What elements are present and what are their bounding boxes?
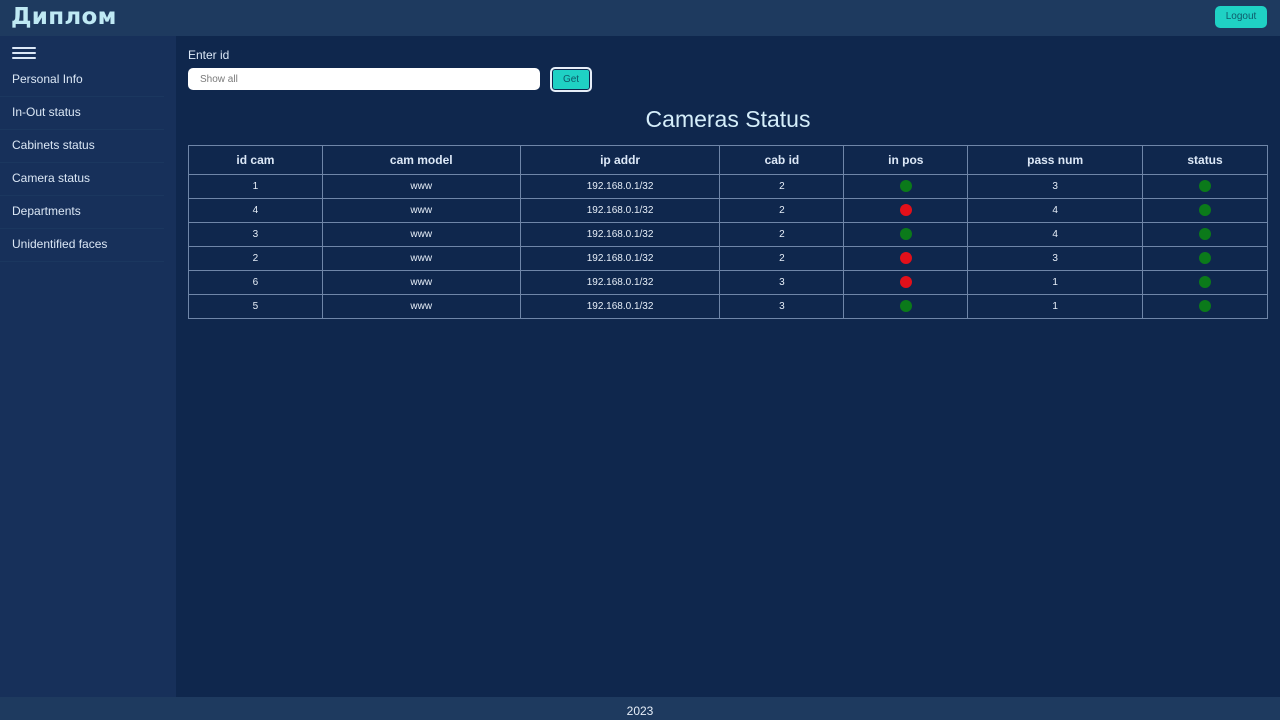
status-indicator-icon [1199, 299, 1212, 312]
in-pos-indicator-icon [899, 227, 912, 240]
sidebar-item-in-out-status[interactable]: In-Out status [0, 97, 164, 130]
sidebar-item-personal-info[interactable]: Personal Info [0, 64, 164, 97]
main-content: Enter id Get Cameras Status id cam cam m… [176, 36, 1280, 697]
cell-ip-addr: 192.168.0.1/32 [519, 270, 721, 295]
cell-pass-num: 4 [967, 198, 1144, 223]
cell-status [1142, 294, 1268, 319]
cell-ip-addr: 192.168.0.1/32 [519, 222, 721, 247]
in-pos-indicator-icon [899, 275, 912, 288]
column-header-id-cam: id cam [188, 145, 323, 175]
column-header-pass-num: pass num [967, 145, 1144, 175]
cell-cam-model: www [321, 270, 521, 295]
id-search-input[interactable] [188, 68, 540, 90]
top-header: Диплом Logout [0, 0, 1280, 36]
cell-cab-id: 2 [719, 246, 845, 271]
cell-ip-addr: 192.168.0.1/32 [519, 246, 721, 271]
cell-cab-id: 3 [719, 270, 845, 295]
cell-pass-num: 4 [967, 222, 1144, 247]
brand-title: Диплом [11, 4, 117, 30]
sidebar-item-unidentified-faces[interactable]: Unidentified faces [0, 229, 164, 262]
page-title: Cameras Status [645, 106, 811, 132]
cameras-table: id cam cam model ip addr cab id in pos p… [188, 145, 1268, 319]
cell-pass-num: 1 [967, 294, 1144, 319]
column-header-in-pos: in pos [843, 145, 969, 175]
hamburger-line [12, 52, 36, 54]
cell-id-cam: 4 [188, 198, 323, 223]
cell-id-cam: 2 [188, 246, 323, 271]
column-header-ip-addr: ip addr [519, 145, 721, 175]
hamburger-line [12, 47, 36, 49]
column-header-cab-id: cab id [719, 145, 845, 175]
table-row: 3 www 192.168.0.1/32 2 4 [188, 222, 1268, 247]
cell-ip-addr: 192.168.0.1/32 [519, 174, 721, 199]
cell-status [1142, 198, 1268, 223]
table-row: 4 www 192.168.0.1/32 2 4 [188, 198, 1268, 223]
status-indicator-icon [1199, 179, 1212, 192]
cell-cab-id: 2 [719, 174, 845, 199]
table-row: 6 www 192.168.0.1/32 3 1 [188, 270, 1268, 295]
hamburger-menu-icon[interactable] [12, 47, 36, 59]
cell-in-pos [843, 246, 969, 271]
cell-cam-model: www [321, 246, 521, 271]
cell-in-pos [843, 294, 969, 319]
cell-id-cam: 3 [188, 222, 323, 247]
cell-cam-model: www [321, 222, 521, 247]
sidebar-item-camera-status[interactable]: Camera status [0, 163, 164, 196]
footer: 2023 [0, 697, 1280, 720]
cell-ip-addr: 192.168.0.1/32 [519, 198, 721, 223]
status-indicator-icon [1199, 275, 1212, 288]
column-header-cam-model: cam model [321, 145, 521, 175]
cell-cam-model: www [321, 198, 521, 223]
status-indicator-icon [1199, 251, 1212, 264]
cell-in-pos [843, 198, 969, 223]
table-row: 5 www 192.168.0.1/32 3 1 [188, 294, 1268, 319]
in-pos-indicator-icon [899, 251, 912, 264]
cell-pass-num: 3 [967, 174, 1144, 199]
cell-id-cam: 6 [188, 270, 323, 295]
get-button[interactable]: Get [550, 67, 592, 92]
in-pos-indicator-icon [899, 203, 912, 216]
cell-cab-id: 3 [719, 294, 845, 319]
logout-button[interactable]: Logout [1215, 6, 1267, 28]
enter-id-label: Enter id [188, 48, 230, 62]
cell-in-pos [843, 174, 969, 199]
footer-year: 2023 [626, 704, 654, 718]
cell-cab-id: 2 [719, 198, 845, 223]
cell-in-pos [843, 270, 969, 295]
cell-cab-id: 2 [719, 222, 845, 247]
cell-in-pos [843, 222, 969, 247]
table-body: 1 www 192.168.0.1/32 2 3 4 www 192.168.0… [188, 174, 1268, 319]
in-pos-indicator-icon [899, 179, 912, 192]
cell-status [1142, 222, 1268, 247]
cell-cam-model: www [321, 174, 521, 199]
cell-id-cam: 5 [188, 294, 323, 319]
cell-ip-addr: 192.168.0.1/32 [519, 294, 721, 319]
column-header-status: status [1142, 145, 1268, 175]
cell-pass-num: 3 [967, 246, 1144, 271]
sidebar-item-cabinets-status[interactable]: Cabinets status [0, 130, 164, 163]
cell-status [1142, 270, 1268, 295]
sidebar-item-departments[interactable]: Departments [0, 196, 164, 229]
cell-cam-model: www [321, 294, 521, 319]
in-pos-indicator-icon [899, 299, 912, 312]
cell-id-cam: 1 [188, 174, 323, 199]
table-header: id cam cam model ip addr cab id in pos p… [188, 145, 1268, 175]
status-indicator-icon [1199, 203, 1212, 216]
sidebar-nav: Personal Info In-Out status Cabinets sta… [0, 64, 176, 262]
app-root: Диплом Logout Personal Info In-Out statu… [0, 0, 1280, 720]
cell-pass-num: 1 [967, 270, 1144, 295]
cell-status [1142, 174, 1268, 199]
cell-status [1142, 246, 1268, 271]
table-row: 2 www 192.168.0.1/32 2 3 [188, 246, 1268, 271]
sidebar: Personal Info In-Out status Cabinets sta… [0, 36, 176, 697]
table-row: 1 www 192.168.0.1/32 2 3 [188, 174, 1268, 199]
table-header-row: id cam cam model ip addr cab id in pos p… [188, 145, 1268, 175]
status-indicator-icon [1199, 227, 1212, 240]
hamburger-line [12, 57, 36, 59]
